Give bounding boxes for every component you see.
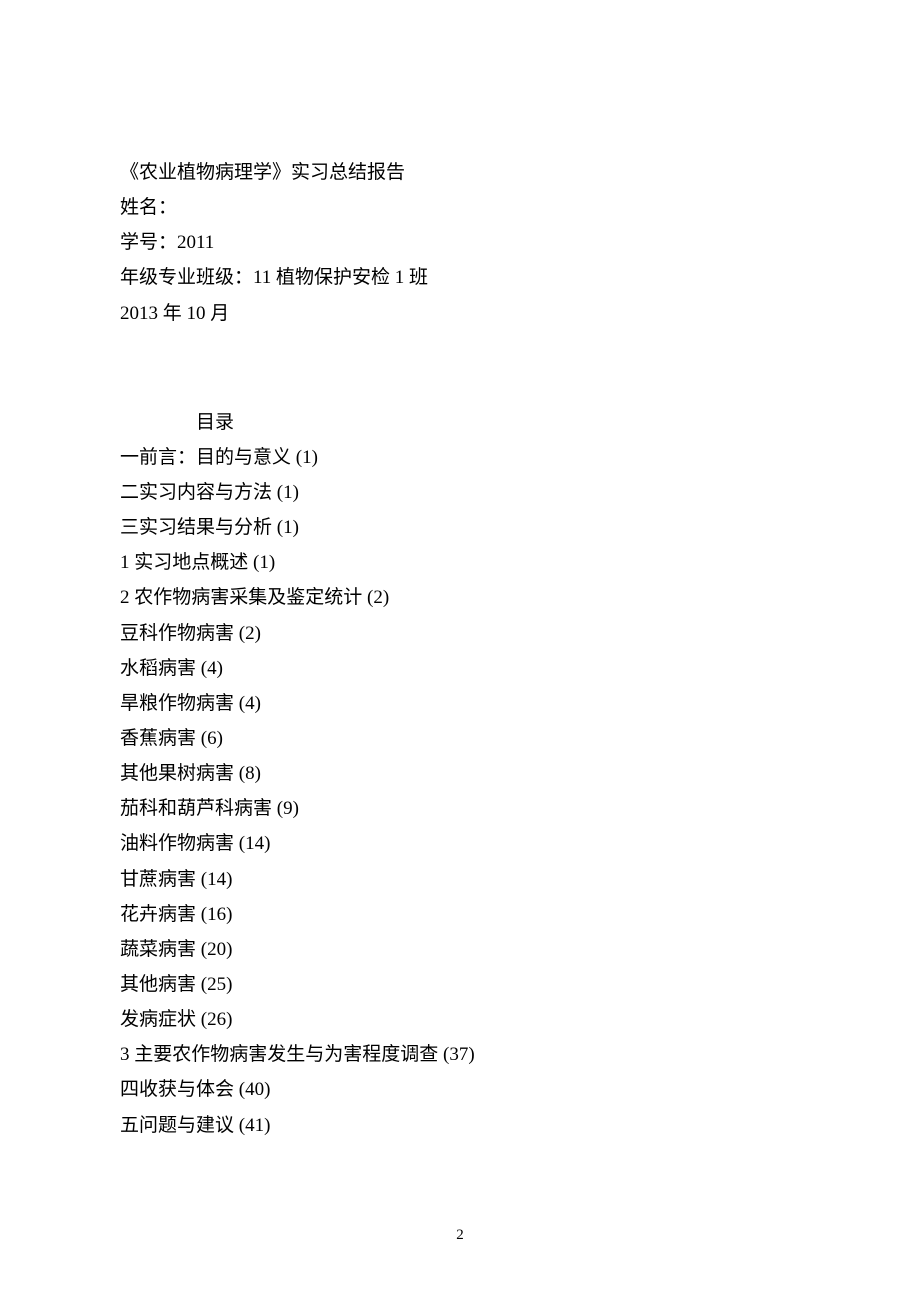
student-id: 学号：2011 [120, 225, 800, 260]
toc-item: 二实习内容与方法 (1) [120, 475, 800, 510]
toc-item: 2 农作物病害采集及鉴定统计 (2) [120, 580, 800, 615]
toc-item: 豆科作物病害 (2) [120, 616, 800, 651]
report-title: 《农业植物病理学》实习总结报告 [120, 155, 800, 190]
document-page: 《农业植物病理学》实习总结报告 姓名： 学号：2011 年级专业班级：11 植物… [0, 0, 920, 1143]
page-number: 2 [0, 1227, 920, 1244]
toc-item: 甘蔗病害 (14) [120, 862, 800, 897]
toc-item: 三实习结果与分析 (1) [120, 510, 800, 545]
toc-item: 3 主要农作物病害发生与为害程度调查 (37) [120, 1037, 800, 1072]
toc-item: 1 实习地点概述 (1) [120, 545, 800, 580]
toc-list: 一前言：目的与意义 (1) 二实习内容与方法 (1) 三实习结果与分析 (1) … [120, 440, 800, 1143]
toc-item: 香蕉病害 (6) [120, 721, 800, 756]
header-block: 《农业植物病理学》实习总结报告 姓名： 学号：2011 年级专业班级：11 植物… [120, 155, 800, 331]
toc-item: 花卉病害 (16) [120, 897, 800, 932]
toc-item: 油料作物病害 (14) [120, 826, 800, 861]
toc-item: 蔬菜病害 (20) [120, 932, 800, 967]
toc-item: 旱粮作物病害 (4) [120, 686, 800, 721]
toc-item: 其他病害 (25) [120, 967, 800, 1002]
toc-item: 一前言：目的与意义 (1) [120, 440, 800, 475]
toc-item: 水稻病害 (4) [120, 651, 800, 686]
toc-item: 五问题与建议 (41) [120, 1108, 800, 1143]
toc-item: 四收获与体会 (40) [120, 1072, 800, 1107]
toc-heading: 目录 [196, 405, 800, 440]
name-label: 姓名： [120, 190, 800, 225]
toc-item: 其他果树病害 (8) [120, 756, 800, 791]
toc-item: 发病症状 (26) [120, 1002, 800, 1037]
class-label: 年级专业班级：11 植物保护安检 1 班 [120, 260, 800, 295]
toc-item: 茄科和葫芦科病害 (9) [120, 791, 800, 826]
report-date: 2013 年 10 月 [120, 296, 800, 331]
